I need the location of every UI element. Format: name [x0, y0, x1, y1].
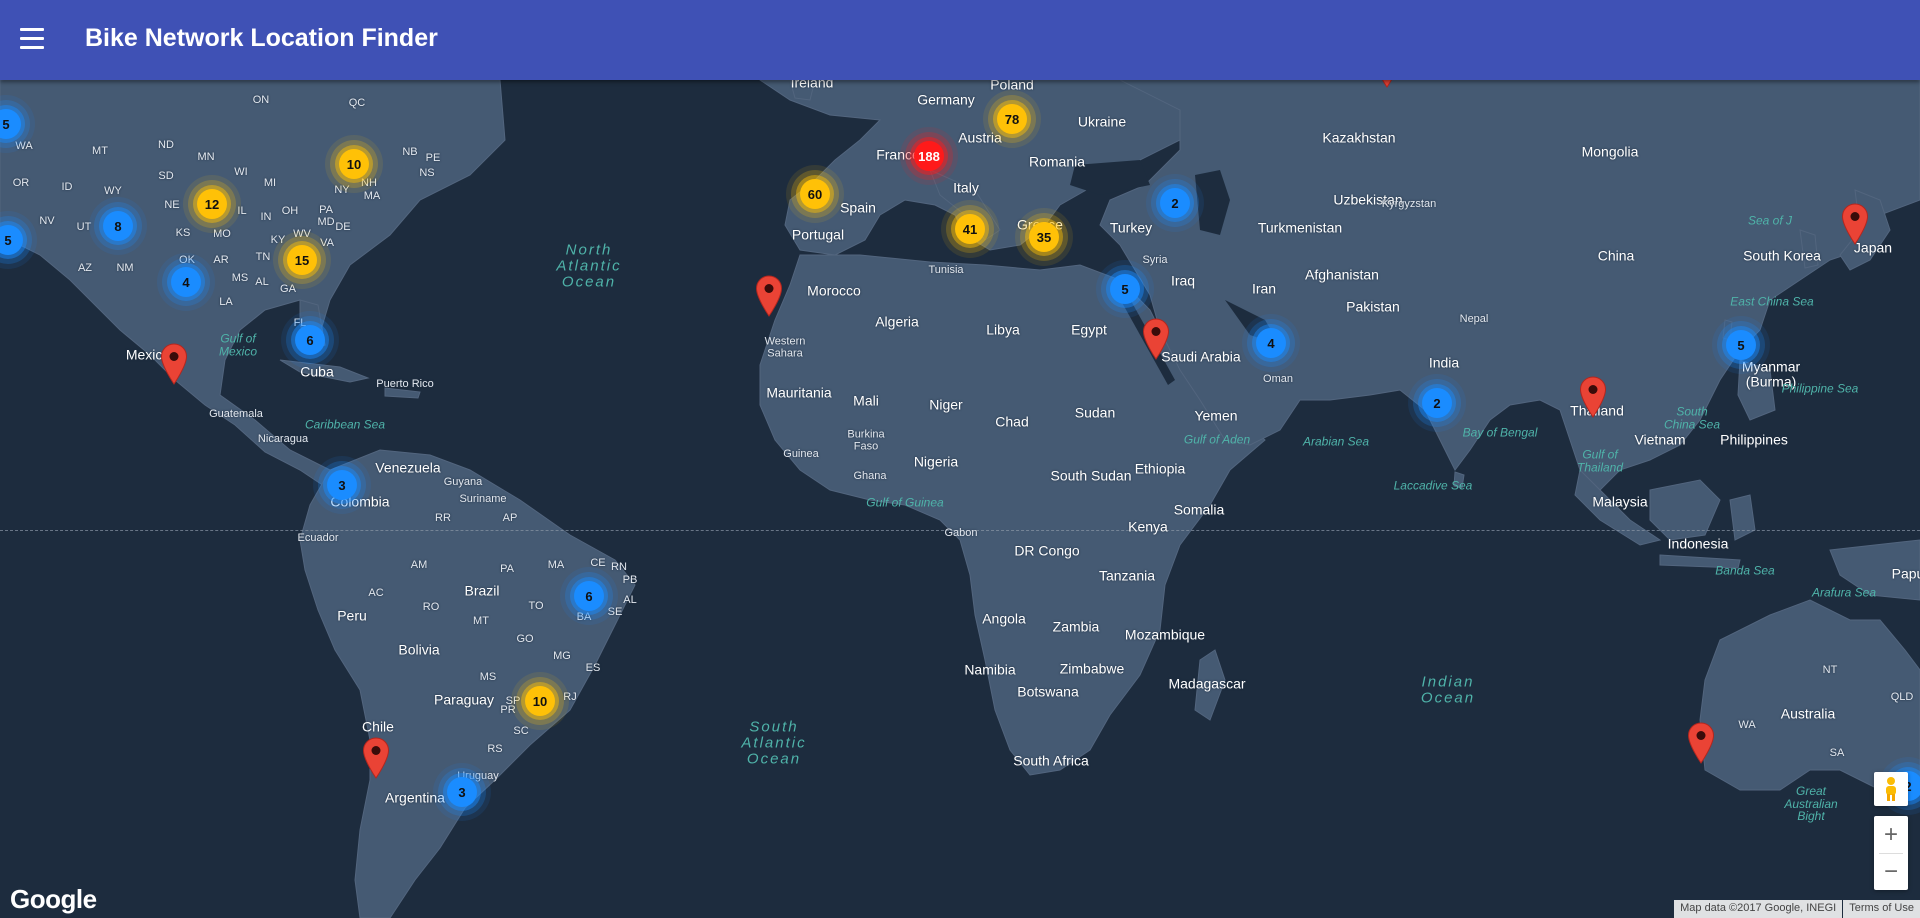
equator-line: [0, 530, 1920, 531]
cluster-marker[interactable]: 5: [1110, 274, 1140, 304]
app-bar: Bike Network Location Finder: [0, 0, 1920, 80]
cluster-marker[interactable]: 35: [1029, 222, 1059, 252]
cluster-marker[interactable]: 10: [525, 686, 555, 716]
cluster-marker[interactable]: 5: [1726, 330, 1756, 360]
cluster-marker[interactable]: 12: [197, 189, 227, 219]
map-pin-icon[interactable]: [1142, 318, 1170, 360]
google-logo: Google: [10, 884, 97, 914]
zoom-control: + −: [1874, 816, 1908, 890]
map-landmass: [0, 0, 1920, 918]
app-title: Bike Network Location Finder: [85, 24, 438, 52]
map-attribution: Map data ©2017 Google, INEGI Terms of Us…: [1674, 900, 1920, 918]
cluster-marker[interactable]: 41: [955, 214, 985, 244]
pegman-icon: [1886, 777, 1896, 801]
cluster-marker[interactable]: 10: [339, 149, 369, 179]
menu-icon[interactable]: [20, 28, 44, 50]
street-view-pegman-button[interactable]: [1874, 772, 1908, 806]
map-pin-icon[interactable]: [160, 343, 188, 385]
cluster-marker[interactable]: 4: [171, 267, 201, 297]
cluster-marker[interactable]: 4: [1256, 328, 1286, 358]
cluster-marker[interactable]: 8: [103, 211, 133, 241]
terms-of-use-link[interactable]: Terms of Use: [1843, 900, 1920, 918]
map-pin-icon[interactable]: [1687, 722, 1715, 764]
map-pin-icon[interactable]: [755, 275, 783, 317]
cluster-marker[interactable]: 3: [447, 777, 477, 807]
cluster-marker[interactable]: 6: [574, 581, 604, 611]
cluster-marker[interactable]: 2: [1160, 188, 1190, 218]
map-pin-icon[interactable]: [1841, 203, 1869, 245]
world-map[interactable]: Ireland Germany Poland Ukraine Kazakhstan Mon…: [0, 0, 1920, 918]
cluster-marker[interactable]: 188: [914, 141, 944, 171]
map-pin-icon[interactable]: [362, 737, 390, 779]
cluster-marker[interactable]: 2: [1422, 388, 1452, 418]
map-data-text: Map data ©2017 Google, INEGI: [1674, 900, 1843, 918]
cluster-marker[interactable]: 60: [800, 179, 830, 209]
zoom-in-button[interactable]: +: [1874, 817, 1908, 853]
cluster-marker[interactable]: 6: [295, 325, 325, 355]
cluster-marker[interactable]: 15: [287, 245, 317, 275]
map-pin-icon[interactable]: [1579, 376, 1607, 418]
cluster-marker[interactable]: 3: [327, 470, 357, 500]
cluster-marker[interactable]: 78: [997, 104, 1027, 134]
zoom-out-button[interactable]: −: [1874, 854, 1908, 890]
